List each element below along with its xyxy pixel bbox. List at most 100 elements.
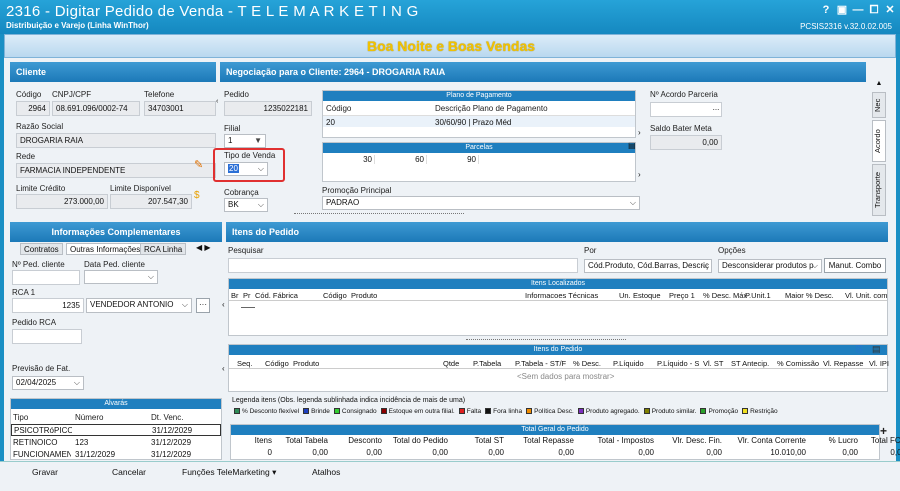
rca-codigo-field[interactable]: 1235 — [12, 298, 84, 313]
funcoes-telemarketing-button[interactable]: Funções TeleMarketing ▾ — [182, 467, 276, 478]
currency-icon[interactable]: $ — [194, 190, 208, 204]
col-preco1[interactable]: Preço 1 — [669, 291, 695, 300]
info-compl-panel: Informações Complementares Contratos Out… — [10, 222, 222, 394]
legend-label: Restrição — [750, 408, 778, 415]
pedido-rca-field[interactable] — [12, 329, 82, 344]
cliente-header: Cliente — [10, 62, 216, 82]
col-estoque[interactable]: Estoque — [633, 291, 661, 300]
pesquisar-input[interactable] — [228, 258, 578, 273]
col-comissao[interactable]: % Comissão — [777, 359, 819, 368]
cobranca-select[interactable]: BK ⌵ — [224, 198, 268, 212]
atalhos-button[interactable]: Atalhos — [312, 467, 340, 477]
window-subtitle: Distribuição e Varejo (Linha WinThor) — [6, 21, 149, 30]
col-vl-st[interactable]: Vl. ST — [703, 359, 723, 368]
col-produto[interactable]: Produto — [351, 291, 377, 300]
filial-select[interactable]: 1 ▼ — [224, 134, 266, 148]
totais-value: 0,00 — [488, 448, 504, 457]
plano-row[interactable]: 20 30/60/90 | Prazo Méd — [323, 115, 635, 127]
scroll-up-icon[interactable]: ▲ — [872, 80, 886, 90]
pedido-prev-icon[interactable]: ‹ — [222, 364, 225, 373]
parcela-2[interactable]: 60 — [375, 155, 427, 164]
legend-label: Estoque em outra filial. — [388, 408, 455, 415]
cancelar-button[interactable]: Cancelar — [112, 467, 146, 477]
col-codigo[interactable]: Código — [323, 291, 347, 300]
col-br[interactable]: Br — [231, 291, 239, 300]
rca-label: RCA 1 — [12, 288, 36, 297]
rca-lookup-button[interactable]: ··· — [196, 298, 210, 313]
col-pr[interactable]: Pr — [243, 291, 251, 300]
parcelas-edit-icon[interactable]: ▤ — [628, 141, 638, 151]
data-ped-select[interactable]: ⌵ — [84, 270, 158, 284]
ped-cliente-field[interactable] — [12, 270, 80, 285]
splitter-handle[interactable] — [294, 213, 464, 217]
add-icon[interactable]: + — [880, 424, 892, 438]
col-ptabela-st[interactable]: P.Tabela - ST/F — [515, 359, 566, 368]
maximize-icon[interactable]: ⧠ — [866, 3, 882, 17]
tab-nec[interactable]: Nec — [872, 92, 886, 118]
copy-icon[interactable]: ⎘ — [856, 344, 863, 355]
cnpj-label: CNPJ/CPF — [52, 90, 92, 99]
pesquisar-label: Pesquisar — [228, 246, 264, 255]
tabs-scroll-icon[interactable]: ◀ ▶ — [196, 243, 211, 252]
minimize-icon[interactable]: — — [850, 3, 866, 17]
table-row[interactable]: FUNCIONAMENT 31/12/2029 31/12/2029 — [11, 449, 221, 461]
tab-contratos[interactable]: Contratos — [20, 243, 63, 255]
tab-outras-informacoes[interactable]: Outras Informações — [66, 243, 145, 255]
totais-value: 0,00 — [558, 448, 574, 457]
tab-acordo[interactable]: Acordo — [872, 120, 886, 162]
col-desc-max[interactable]: % Desc. Máx — [703, 291, 747, 300]
manut-combo-button[interactable]: Manut. Combo — [824, 258, 886, 273]
grid-splitter[interactable] — [466, 339, 626, 342]
edit-client-icon[interactable]: ✎ — [194, 158, 208, 172]
tab-transporte[interactable]: Transporte — [872, 164, 886, 216]
parcela-3[interactable]: 90 — [427, 155, 479, 164]
promocao-select[interactable]: PADRAO ⌵ — [322, 196, 640, 210]
restore-icon[interactable]: ▣ — [834, 3, 850, 17]
totais-col-label: Total Tabela — [285, 436, 328, 445]
col-un[interactable]: Un. — [619, 291, 631, 300]
help-icon[interactable]: ? — [818, 3, 834, 17]
localizados-prev-icon[interactable]: ‹ — [222, 300, 225, 309]
plano-header: Plano de Pagamento — [323, 91, 635, 101]
totais-value: 0 — [267, 448, 272, 457]
col-desc[interactable]: % Desc. — [573, 359, 601, 368]
col-pliquido-s[interactable]: P.Líquido - S — [657, 359, 699, 368]
table-row[interactable]: PSICOTRóPICOS 31/12/2029 — [11, 424, 221, 436]
parcelas-next-icon[interactable]: › — [638, 170, 641, 179]
alvara-tipo: PSICOTRóPICOS — [14, 426, 72, 435]
alvara-venc: 31/12/2029 — [151, 450, 192, 459]
tipo-venda-select[interactable]: 20 ⌵ — [224, 162, 268, 176]
rca-nome-select[interactable]: VENDEDOR ANTONIO ⌵ — [86, 298, 192, 313]
gravar-button[interactable]: Gravar — [32, 467, 58, 477]
legend-swatch — [526, 408, 533, 415]
col-punit1[interactable]: P.Unit.1 — [745, 291, 771, 300]
col-st-antecip[interactable]: ST Antecip. — [731, 359, 769, 368]
chevron-down-icon: ⌵ — [147, 272, 154, 281]
col-produto[interactable]: Produto — [293, 359, 319, 368]
por-select[interactable]: Cód.Produto, Cód.Barras, Descriç ⌵ — [584, 259, 712, 273]
table-row[interactable]: RETINOICO 123 31/12/2029 — [11, 437, 221, 449]
tab-rca-linha[interactable]: RCA Linha — [140, 243, 187, 255]
col-vl-unit[interactable]: Vl. Unit. com — [845, 291, 888, 300]
col-cod-fabrica[interactable]: Cód. Fábrica — [255, 291, 298, 300]
acordo-lookup-button[interactable]: ... — [710, 103, 722, 116]
legend-item: Fora linha — [481, 408, 522, 415]
previsao-select[interactable]: 02/04/2025 ⌵ — [12, 376, 84, 390]
plano-next-icon[interactable]: › — [638, 128, 641, 137]
col-pliquido[interactable]: P.Líquido — [613, 359, 644, 368]
col-info-tecnicas[interactable]: Informacoes Técnicas — [525, 291, 598, 300]
col-vl-ipi[interactable]: Vl. IPI — [869, 359, 889, 368]
close-icon[interactable]: ✕ — [882, 3, 898, 17]
opcoes-select[interactable]: Desconsiderar produtos p ⌵ — [718, 259, 822, 273]
grid-settings-icon[interactable]: ▤ — [872, 344, 881, 355]
col-ptabela[interactable]: P.Tabela — [473, 359, 501, 368]
parcela-1[interactable]: 30 — [323, 155, 375, 164]
col-codigo[interactable]: Código — [265, 359, 289, 368]
chevron-down-icon: ▾ — [272, 467, 277, 477]
telefone-field: 34703001 — [144, 101, 216, 116]
totais-col-label: Total - Impostos — [597, 436, 654, 445]
col-qtde[interactable]: Qtde — [443, 359, 459, 368]
col-vl-repasse[interactable]: Vl. Repasse — [823, 359, 863, 368]
col-maior-desc[interactable]: Maior % Desc. — [785, 291, 834, 300]
col-seq[interactable]: Seq. — [237, 359, 252, 368]
